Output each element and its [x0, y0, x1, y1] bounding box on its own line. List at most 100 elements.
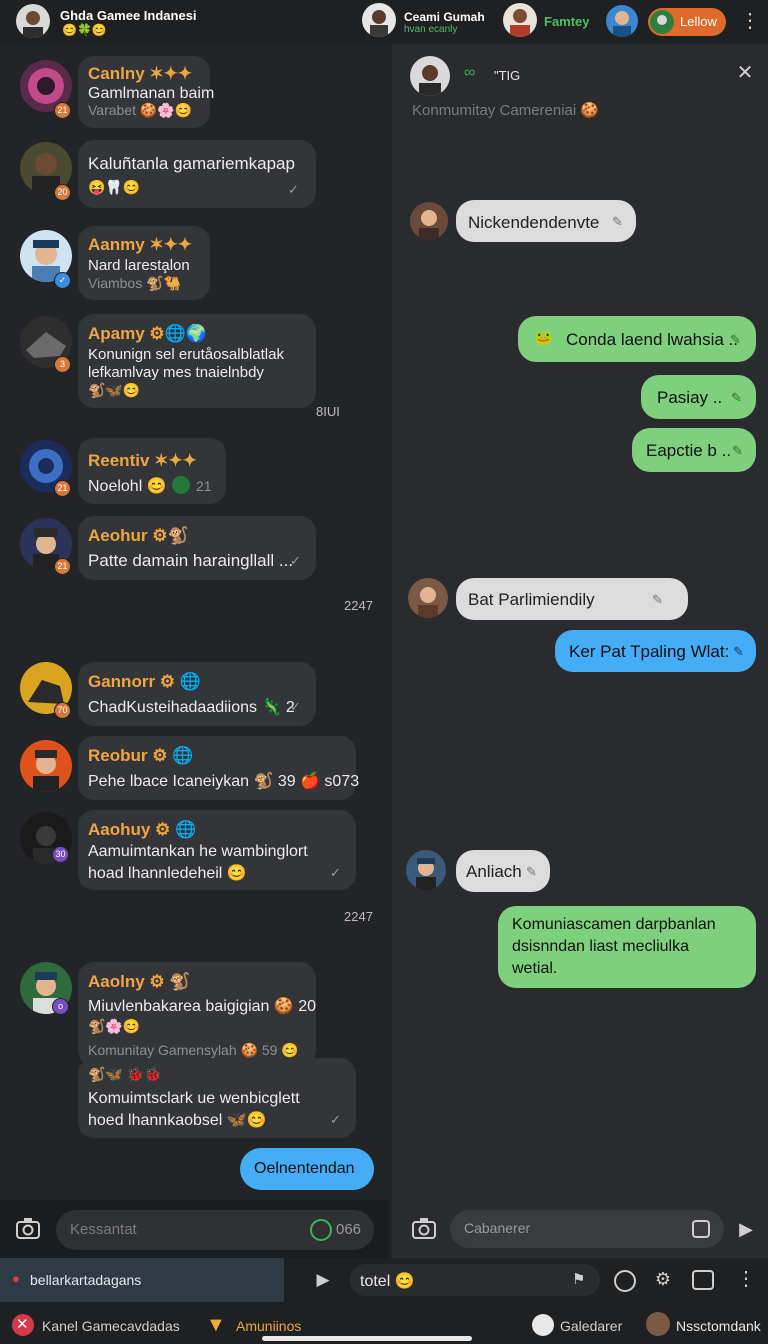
- sent-message-bubble[interactable]: Oelnentendan: [240, 1148, 374, 1190]
- message-text: Komuimtsclark ue wenbicglett: [88, 1090, 300, 1107]
- avatar[interactable]: [20, 740, 72, 792]
- contact-name[interactable]: Ceami Gumah: [404, 10, 485, 24]
- sender-name: Reentiv ✶✦✦: [88, 451, 197, 470]
- camera-icon[interactable]: [410, 1216, 438, 1242]
- more-vertical-icon[interactable]: ⋮: [740, 10, 760, 34]
- close-icon: ✕: [16, 1316, 29, 1333]
- message-text: Conda laend lwahsia ..: [566, 330, 739, 349]
- message-emojis: 🐒🦋 🐞🐞: [88, 1066, 162, 1082]
- outgoing-message[interactable]: 🐸 Conda laend lwahsia .. ✎: [518, 316, 756, 362]
- group-title-emojis: 😊🍀😊: [62, 23, 107, 37]
- outgoing-message[interactable]: Eapctie b .. ✎: [632, 428, 756, 472]
- message-emojis: 🐒🌸😊: [88, 1018, 141, 1034]
- read-check-icon: ✓: [330, 865, 341, 880]
- edit-icon: ✎: [731, 390, 742, 405]
- message-subtext: Varabet 🍪🌸😊: [88, 102, 193, 118]
- message-bubble[interactable]: Aeohur ⚙🐒 Patte damain haraingllall ... …: [78, 516, 316, 580]
- message-text: Aamuimtankan he wambinglort: [88, 843, 308, 860]
- chat-tag: "TIG: [494, 68, 521, 83]
- message-bubble-reply[interactable]: 🐒🦋 🐞🐞 Komuimtsclark ue wenbicglett hoed …: [78, 1058, 356, 1138]
- sender-name: Apamy ⚙🌐🌍: [88, 324, 207, 343]
- contact-avatar[interactable]: [362, 3, 396, 37]
- nav-item-4[interactable]: Nssctomdank: [676, 1318, 761, 1334]
- left-message-input[interactable]: Kessantat 066: [56, 1210, 374, 1250]
- message-bubble[interactable]: Aanmy ✶✦✦ Nard laresta̧lon Viambos 🐒🐫: [78, 226, 210, 300]
- message-text-2: dsisnndan liast mecliulka: [512, 938, 689, 955]
- friend-avatar[interactable]: [606, 5, 638, 37]
- send-icon[interactable]: ▶: [736, 1218, 756, 1240]
- edit-icon: ✎: [732, 443, 743, 458]
- message-subtext: Viambos 🐒🐫: [88, 275, 181, 291]
- avatar[interactable]: [408, 578, 448, 618]
- player-avatar[interactable]: [503, 3, 537, 37]
- chat-subtitle: Konmumitay Camereniai 🍪: [412, 102, 600, 119]
- edit-icon: ✎: [730, 332, 741, 347]
- level-badge: 30: [52, 846, 69, 863]
- fantasy-tag[interactable]: Famtey: [544, 14, 590, 29]
- incoming-message[interactable]: Bat Parlimiendily ✎: [456, 578, 688, 620]
- char-count: 066: [336, 1221, 362, 1238]
- message-text: Pasiay ..: [657, 388, 723, 407]
- verified-badge-icon: ✓: [54, 272, 71, 289]
- edit-icon: ✎: [733, 644, 744, 659]
- sender-name: Gannorr ⚙ 🌐: [88, 672, 201, 691]
- right-message-input[interactable]: Cabanerer: [450, 1210, 724, 1248]
- bottom-input-value: totel 😊: [360, 1273, 415, 1290]
- message-count: 21: [196, 478, 212, 494]
- group-title[interactable]: Ghda Gamee Indanesi: [60, 8, 197, 23]
- message-bubble[interactable]: Apamy ⚙🌐🌍 Konunign sel erutåosalblatlak …: [78, 314, 316, 408]
- message-bubble[interactable]: Reobur ⚙ 🌐 Pehe lbace Icaneiykan 🐒 39 🍎 …: [78, 736, 359, 800]
- message-text: Nard laresta̧lon: [88, 257, 190, 274]
- nav-item-2[interactable]: Amuniinos: [236, 1318, 301, 1334]
- emoji-icon: 🐸: [534, 330, 553, 347]
- sticker-icon[interactable]: [692, 1220, 710, 1238]
- message-bubble[interactable]: Canlny ✶✦✦ Gamlmanan baim Varabet 🍪🌸😊: [78, 56, 214, 128]
- timestamp: 8IUI: [316, 404, 340, 419]
- navigation-icon[interactable]: [614, 1270, 636, 1292]
- top-bar: Ghda Gamee Indanesi 😊🍀😊 Ceami Gumah hvan…: [0, 0, 768, 44]
- sender-name: Reobur ⚙ 🌐: [88, 746, 194, 765]
- message-bubble[interactable]: Reentiv ✶✦✦ Noelohl 😊 21: [78, 438, 226, 504]
- message-text: Noelohl 😊: [88, 478, 167, 495]
- input-placeholder: Cabanerer: [464, 1220, 531, 1236]
- avatar[interactable]: [406, 850, 446, 890]
- play-icon[interactable]: ▶: [314, 1270, 332, 1290]
- message-text: Anliach: [466, 862, 522, 881]
- more-vertical-icon[interactable]: ⋮: [736, 1268, 756, 1292]
- level-badge: 3: [54, 356, 71, 373]
- camera-icon[interactable]: [14, 1216, 42, 1242]
- follow-button[interactable]: Lellow: [648, 8, 726, 36]
- message-bubble[interactable]: Aaohuy ⚙ 🌐 Aamuimtankan he wambinglort h…: [78, 810, 356, 890]
- status-text: bellarkartadagans: [30, 1272, 142, 1288]
- message-bubble[interactable]: Kaluñtanla gamariemkapap 😝🦷😊 ✓: [78, 140, 316, 208]
- outgoing-message[interactable]: Pasiay .. ✎: [641, 375, 756, 419]
- settings-icon[interactable]: ⚙: [652, 1268, 674, 1290]
- level-badge: 21: [54, 102, 71, 119]
- triangle-icon: ▼: [206, 1314, 226, 1336]
- follow-avatar-icon: [650, 10, 674, 34]
- calendar-icon: [532, 1314, 554, 1336]
- green-dot-icon: [172, 476, 190, 494]
- avatar[interactable]: [410, 202, 448, 240]
- bottom-input[interactable]: totel 😊 ⚑: [350, 1264, 600, 1296]
- message-text: Ker Pat Tpaling Wlat:: [569, 642, 730, 661]
- home-indicator[interactable]: [262, 1336, 472, 1341]
- incoming-message[interactable]: Anliach ✎: [456, 850, 550, 892]
- gallery-icon[interactable]: [692, 1270, 714, 1290]
- nav-item-1[interactable]: Kanel Gamecavdadas: [42, 1318, 180, 1334]
- group-avatar[interactable]: [16, 4, 50, 38]
- flag-icon[interactable]: ⚑: [572, 1270, 585, 1288]
- outgoing-message[interactable]: Komuniascamen darpbanlan dsisnndan liast…: [498, 906, 756, 988]
- message-bubble[interactable]: Aaolny ⚙ 🐒 Miuvlenbakarea baigigian 🍪 20…: [78, 962, 316, 1066]
- message-bubble[interactable]: Gannorr ⚙ 🌐 ChadKusteihadaadiions 🦎 2 ✓: [78, 662, 316, 726]
- incoming-message[interactable]: Nickendendenvte ✎: [456, 200, 636, 242]
- close-icon[interactable]: ✕: [734, 62, 756, 84]
- chat-avatar[interactable]: [410, 56, 450, 96]
- read-check-icon: ✓: [290, 699, 301, 714]
- outgoing-message[interactable]: Ker Pat Tpaling Wlat: ✎: [555, 630, 756, 672]
- nav-item-3[interactable]: Galedarer: [560, 1318, 622, 1334]
- read-check-icon: ✓: [288, 182, 299, 197]
- message-text: Kaluñtanla gamariemkapap: [88, 154, 295, 173]
- read-check-icon: ✓: [290, 553, 301, 568]
- input-placeholder: Kessantat: [70, 1221, 137, 1238]
